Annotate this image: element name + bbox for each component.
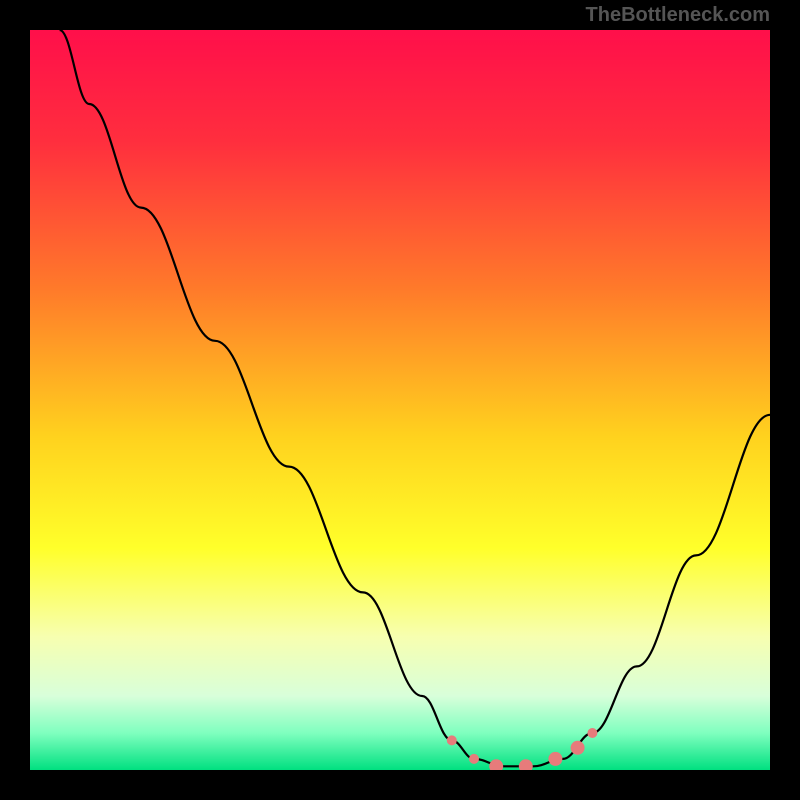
highlight-dot	[469, 754, 479, 764]
highlight-dot	[571, 741, 585, 755]
gradient-background	[30, 30, 770, 770]
highlight-dot	[587, 728, 597, 738]
highlight-dot	[548, 752, 562, 766]
chart-svg	[30, 30, 770, 770]
watermark-text: TheBottleneck.com	[586, 4, 770, 27]
highlight-dot	[447, 735, 457, 745]
chart-container	[30, 30, 770, 770]
